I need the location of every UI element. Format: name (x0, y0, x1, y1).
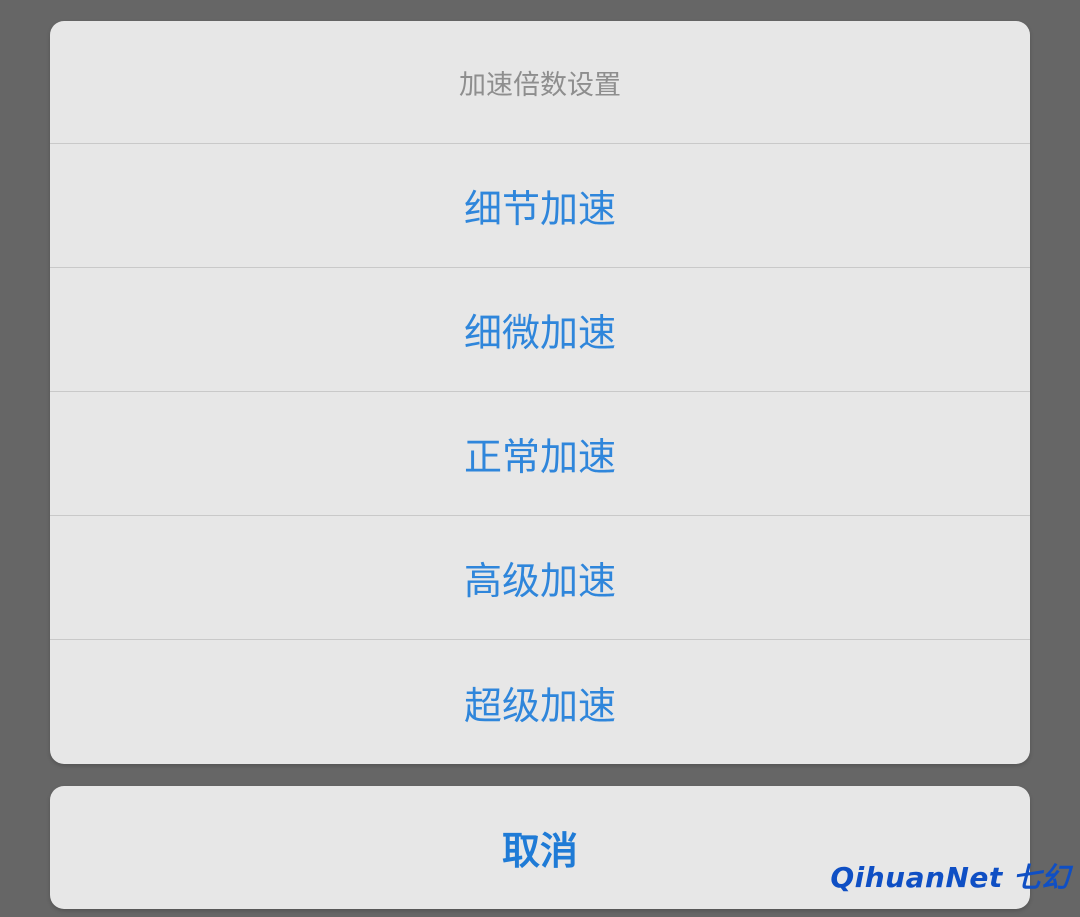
screen: 加速倍数设置 细节加速 细微加速 正常加速 高级加速 超级加速 取消 Qihua… (0, 0, 1080, 917)
watermark: QihuanNet 七幻 (830, 861, 1070, 894)
option-normal-acceleration[interactable]: 正常加速 (50, 392, 1030, 516)
option-detail-acceleration[interactable]: 细节加速 (50, 144, 1030, 268)
action-sheet: 加速倍数设置 细节加速 细微加速 正常加速 高级加速 超级加速 (50, 21, 1030, 764)
option-fine-acceleration[interactable]: 细微加速 (50, 268, 1030, 392)
option-super-acceleration[interactable]: 超级加速 (50, 640, 1030, 764)
dialog-title: 加速倍数设置 (50, 21, 1030, 144)
option-advanced-acceleration[interactable]: 高级加速 (50, 516, 1030, 640)
